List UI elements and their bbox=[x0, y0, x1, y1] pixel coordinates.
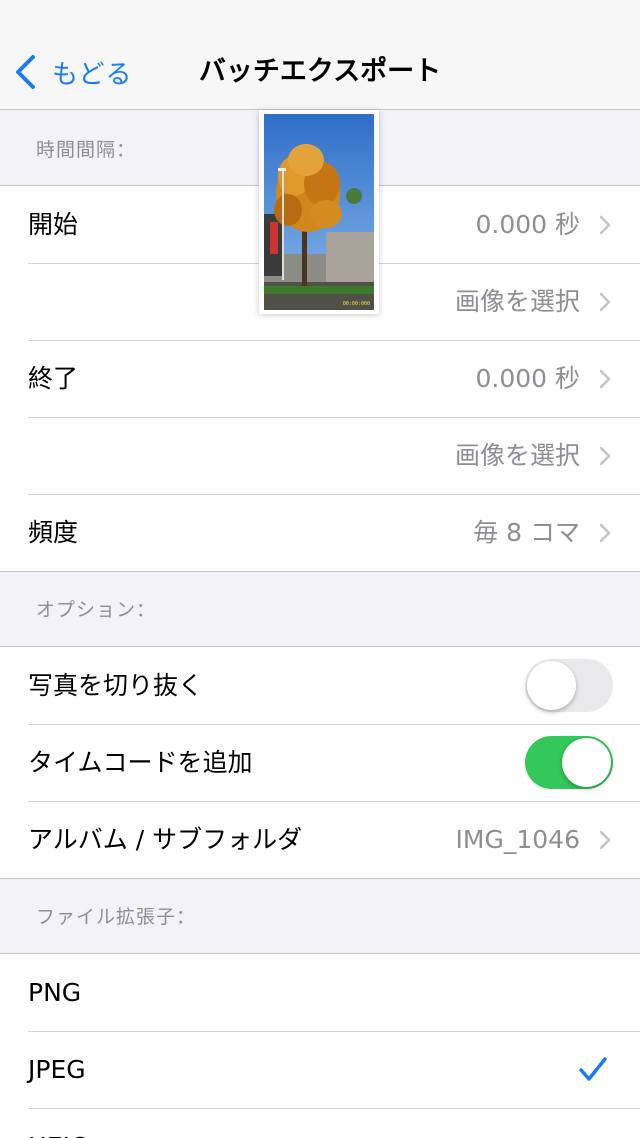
row-select-end-image[interactable]: 画像を選択 bbox=[0, 417, 640, 494]
row-label: PNG bbox=[28, 978, 82, 1007]
crop-photo-toggle[interactable] bbox=[525, 659, 613, 712]
row-value: 画像を選択 bbox=[454, 287, 580, 316]
row-label: 頻度 bbox=[28, 518, 79, 547]
row-value: 毎 8 コマ bbox=[473, 518, 580, 547]
row-value: 画像を選択 bbox=[454, 441, 580, 470]
row-add-timecode: タイムコードを追加 bbox=[0, 724, 640, 801]
page-title: バッチエクスポート bbox=[198, 56, 442, 87]
row-jpeg[interactable]: JPEG bbox=[0, 1031, 640, 1108]
timecode-overlay: 00:00:000 bbox=[343, 301, 370, 307]
row-value: IMG_1046 bbox=[455, 825, 580, 854]
section-header-label: ファイル拡張子： bbox=[36, 906, 197, 928]
chevron-right-icon bbox=[599, 292, 611, 312]
options-group: 写真を切り抜く タイムコードを追加 アルバム / サブフォルダ IMG_1046 bbox=[0, 646, 640, 879]
navigation-bar: もどる バッチエクスポート bbox=[0, 0, 640, 110]
row-heic[interactable]: HEIC bbox=[0, 1108, 640, 1138]
section-header-file-extension: ファイル拡張子： bbox=[0, 877, 640, 953]
toggle-knob bbox=[527, 661, 576, 710]
row-end-time[interactable]: 終了 0.000 秒 bbox=[0, 340, 640, 417]
chevron-right-icon bbox=[599, 446, 611, 466]
tree-photo-image: 00:00:000 bbox=[264, 114, 374, 310]
row-label: HEIC bbox=[28, 1108, 87, 1138]
section-header-label: 時間間隔： bbox=[36, 139, 137, 161]
row-label: 終了 bbox=[28, 364, 79, 393]
row-label: 開始 bbox=[28, 210, 79, 239]
chevron-right-icon bbox=[599, 830, 611, 850]
section-header-label: オプション： bbox=[36, 599, 157, 621]
row-png[interactable]: PNG bbox=[0, 954, 640, 1031]
row-value: 0.000 秒 bbox=[475, 364, 580, 393]
chevron-right-icon bbox=[599, 215, 611, 235]
chevron-right-icon bbox=[599, 369, 611, 389]
row-crop-photo: 写真を切り抜く bbox=[0, 647, 640, 724]
file-extension-group: PNG JPEG HEIC bbox=[0, 953, 640, 1138]
row-label: 写真を切り抜く bbox=[28, 671, 204, 700]
add-timecode-toggle[interactable] bbox=[525, 736, 613, 789]
frame-preview-thumbnail: 00:00:000 bbox=[259, 110, 379, 314]
row-frequency[interactable]: 頻度 毎 8 コマ bbox=[0, 494, 640, 571]
row-label: タイムコードを追加 bbox=[28, 748, 253, 777]
checkmark-icon bbox=[579, 1057, 607, 1081]
toggle-knob bbox=[562, 738, 611, 787]
section-header-options: オプション： bbox=[0, 570, 640, 646]
row-album-subfolder[interactable]: アルバム / サブフォルダ IMG_1046 bbox=[0, 801, 640, 878]
row-value: 0.000 秒 bbox=[475, 210, 580, 239]
row-label: アルバム / サブフォルダ bbox=[28, 825, 303, 854]
row-label: JPEG bbox=[28, 1055, 86, 1084]
chevron-right-icon bbox=[599, 523, 611, 543]
